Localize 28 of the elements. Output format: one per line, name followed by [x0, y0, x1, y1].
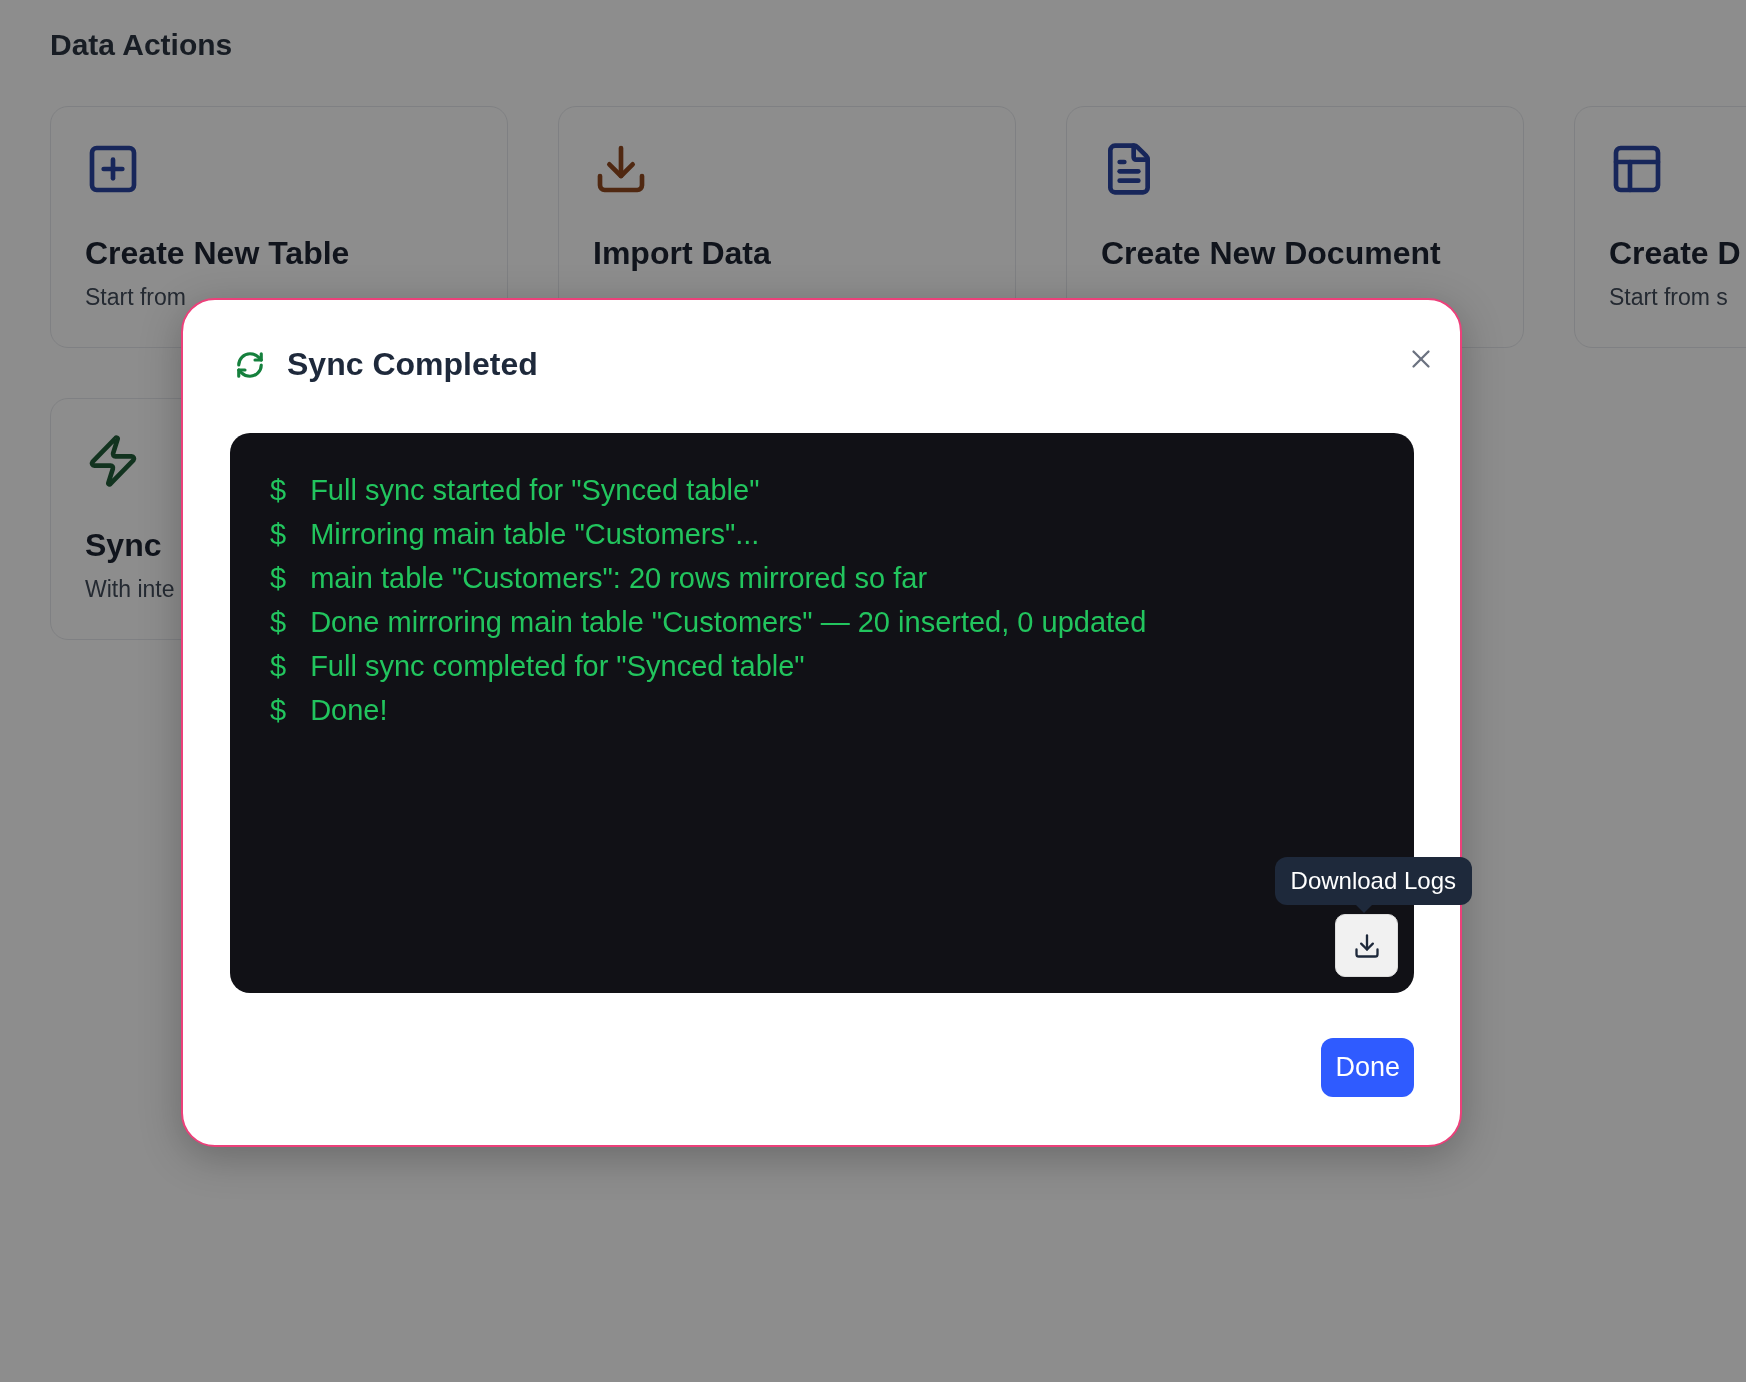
prompt-symbol: $ — [270, 607, 287, 637]
log-line: main table "Customers": 20 rows mirrored so far — [310, 563, 928, 593]
card-title: Sync — [85, 527, 162, 564]
card-subtitle: Start from — [85, 284, 186, 311]
prompt-symbol: $ — [270, 519, 287, 549]
card-title: Import Data — [593, 235, 771, 272]
card-title: Create New Document — [1101, 235, 1441, 272]
prompt-symbol: $ — [270, 563, 287, 593]
card-title: Create D — [1609, 235, 1741, 272]
card-subtitle: Start from s — [1609, 284, 1728, 311]
prompt-symbol: $ — [270, 475, 287, 505]
dialog-title: Sync Completed — [287, 346, 538, 383]
card-subtitle: With inte — [85, 576, 175, 603]
prompt-symbol: $ — [270, 651, 287, 681]
log-line: Full sync completed for "Synced table" — [310, 651, 805, 681]
tooltip: Download Logs — [1274, 857, 1472, 905]
log-line: Full sync started for "Synced table" — [310, 475, 760, 505]
done-button[interactable]: Done — [1321, 1038, 1414, 1097]
action-card[interactable]: Create D Start from s — [1574, 106, 1746, 348]
sync-icon — [235, 349, 265, 380]
prompt-symbol: $ — [270, 695, 287, 725]
log-line: Done! — [310, 695, 388, 725]
log-line: Mirroring main table "Customers"... — [310, 519, 760, 549]
log-line: Done mirroring main table "Customers" — 20 inserted, 0 updated — [310, 607, 1147, 637]
card-title: Create New Table — [85, 235, 350, 272]
page-title: Data Actions — [50, 28, 234, 62]
download-button[interactable] — [1335, 914, 1398, 977]
download-icon — [1352, 931, 1381, 960]
